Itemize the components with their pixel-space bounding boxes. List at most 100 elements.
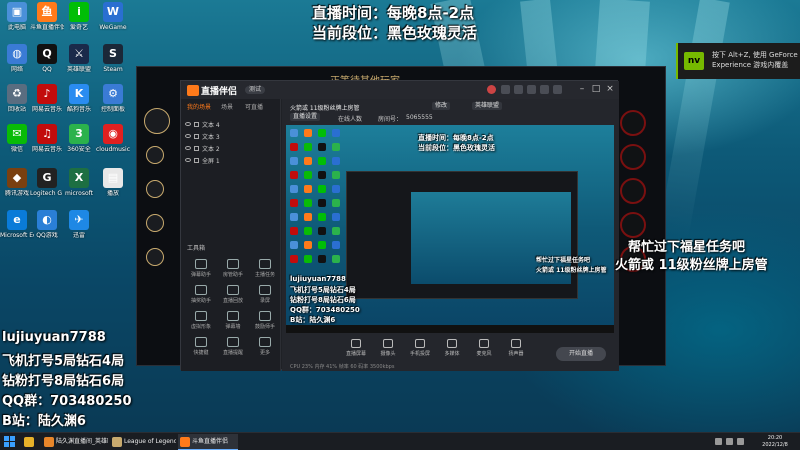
category-button[interactable]: 英雄联盟 [472,102,503,110]
toolbox-item[interactable]: 弹幕助手 [187,259,215,278]
player-avatar[interactable] [144,108,170,134]
desktop-icon[interactable]: ⚙ 控制面板 [96,84,130,113]
desktop-icon[interactable]: ⚔ 英雄联盟 [62,44,96,73]
champion-slot-button[interactable] [620,110,646,136]
desktop-icon[interactable]: ♻ 回收站 [0,84,34,113]
desktop-icon[interactable]: Q QQ [30,44,64,73]
player-avatar[interactable] [146,180,164,198]
toolbox-item[interactable]: 更多 [251,337,279,356]
desktop-icon[interactable]: i 爱奇艺 [62,2,96,31]
sidebar-tabs: 我的场景 场景 可直播 [181,99,281,113]
toolbox-item[interactable]: 房管助手 [219,259,247,278]
lock-icon[interactable] [194,158,199,163]
desktop-icon[interactable]: ♪ 网易云音乐 [30,84,64,113]
tool-icon [227,259,239,269]
eye-icon[interactable] [185,134,191,138]
toolbox-item[interactable]: 直播回放 [219,285,247,304]
eye-icon[interactable] [185,158,191,162]
app-icon: i [69,2,89,22]
eye-icon[interactable] [185,122,191,126]
scene-item[interactable]: 全屏 1 [185,157,277,167]
desktop-icon-label: 网易云音乐 [31,106,62,113]
tab-my-scenes[interactable]: 我的场景 [187,102,211,111]
source-button[interactable]: 手机投屏 [406,337,434,357]
desktop-icon[interactable]: ▣ 此电脑 [0,2,34,31]
champion-slot-button[interactable] [620,178,646,204]
gift-icon[interactable] [501,85,510,94]
source-button[interactable]: 多媒体 [438,337,466,357]
source-button[interactable]: 扬声器 [502,337,530,357]
preview-app-icon [304,241,312,249]
volume-icon[interactable] [726,438,733,445]
desktop-icon[interactable]: ✈ 迅雷 [62,210,96,239]
desktop-icon[interactable]: ◐ QQ游戏 [30,210,64,239]
desktop-icon[interactable]: ◆ 腾讯游戏 [0,168,34,197]
toolbox-item[interactable]: 录屏 [251,285,279,304]
desktop-icon[interactable]: e Microsoft Edge [0,210,34,239]
status-bar: CPU 23% 内存 41% 帧率 60 码率 3500kbps [282,361,619,371]
desktop-icon[interactable]: W WeGame [96,2,130,31]
scene-item[interactable]: 文本 4 [185,121,277,131]
source-button[interactable]: 麦克风 [470,337,498,357]
streaming-app-window[interactable]: 直播伴侣 测试 – □ × 我的场景 场景 可直播 文本 4 文本 3 文本 2… [180,80,619,371]
start-button[interactable] [4,436,16,448]
desktop-icon[interactable]: G Logitech G HUB [30,168,64,197]
minimize-button[interactable]: – [577,84,587,94]
desktop-icon[interactable]: K 酷狗音乐 [62,84,96,113]
toolbox-item[interactable]: 虚拟形象 [187,311,215,330]
settings-icon[interactable] [540,85,549,94]
toolbox-item[interactable]: 弹幕墙 [219,311,247,330]
toolbox-item[interactable]: 主播任务 [251,259,279,278]
champion-slot-button[interactable] [620,144,646,170]
start-live-button[interactable]: 开始直播 [556,347,606,361]
desktop-icon[interactable]: 3 360安全 [62,124,96,153]
desktop-icon[interactable]: ◍ 网络 [0,44,34,73]
app-icon: ♻ [7,84,27,104]
champion-slot-button[interactable] [620,212,646,238]
player-avatar[interactable] [146,248,164,266]
player-avatar[interactable] [146,146,164,164]
scene-item[interactable]: 文本 3 [185,133,277,143]
room-edit-button[interactable]: 修改 [432,102,451,110]
lock-icon[interactable] [194,134,199,139]
scene-item[interactable]: 文本 2 [185,145,277,155]
toolbox-item[interactable]: 直播提醒 [219,337,247,356]
player-avatar[interactable] [146,214,164,232]
message-icon[interactable] [527,85,536,94]
taskbar-app-button[interactable]: 陆久渊直播间_英雄联... [42,434,108,450]
toolbox-item[interactable]: 抽奖助手 [187,285,215,304]
file-explorer-button[interactable] [22,434,40,450]
taskbar-app-button[interactable]: 斗鱼直播伴侣 [178,434,238,450]
desktop-icon[interactable]: 鱼斗鱼直播伴侣 [30,2,64,31]
toolbox-item[interactable]: 快捷键 [187,337,215,356]
desktop-icon[interactable]: S Steam [96,44,130,73]
menu-icon[interactable] [553,85,562,94]
maximize-button[interactable]: □ [591,84,601,94]
toolbox-item[interactable]: 鼓励师手 [251,311,279,330]
source-button[interactable]: 直播屏幕 [342,337,370,357]
network-icon[interactable] [715,438,722,445]
desktop-icon[interactable]: ◉ cloudmusic [96,124,130,153]
lock-icon[interactable] [194,122,199,127]
desktop-icon[interactable]: Xmicrosoft [62,168,96,197]
desktop-icon[interactable]: ♫ 网易云音乐 [30,124,64,153]
tab-scenes[interactable]: 场景 [221,102,233,111]
stream-settings-button[interactable]: 直播设置 [290,113,321,121]
user-avatar[interactable] [487,85,496,94]
eye-icon[interactable] [185,146,191,150]
ime-icon[interactable] [737,438,744,445]
close-button[interactable]: × [605,84,615,94]
taskbar-clock[interactable]: 20:20 2022/12/8 [755,435,795,449]
source-button[interactable]: 摄像头 [374,337,402,357]
taskbar-app-button[interactable]: League of Legends [110,434,176,450]
bag-icon[interactable] [514,85,523,94]
desktop-icon[interactable]: ✉ 微信 [0,124,34,153]
stream-preview[interactable]: 直播时间：每晚8点-2点 当前段位：黑色玫瑰灵活 帮忙过下福星任务吧 火箭或 1… [286,125,614,333]
desktop-icon[interactable]: ▤ 播放 [96,168,130,197]
preview-app-icon [318,213,326,221]
tab-live[interactable]: 可直播 [245,102,263,111]
app-titlebar[interactable]: 直播伴侣 测试 – □ × [181,81,619,99]
geforce-notification[interactable]: nv 按下 Alt+Z, 使用 GeForce Experience 游戏内覆盖 [676,43,800,79]
bilibili-overlay: B站：陆久渊6 [2,414,86,429]
lock-icon[interactable] [194,146,199,151]
